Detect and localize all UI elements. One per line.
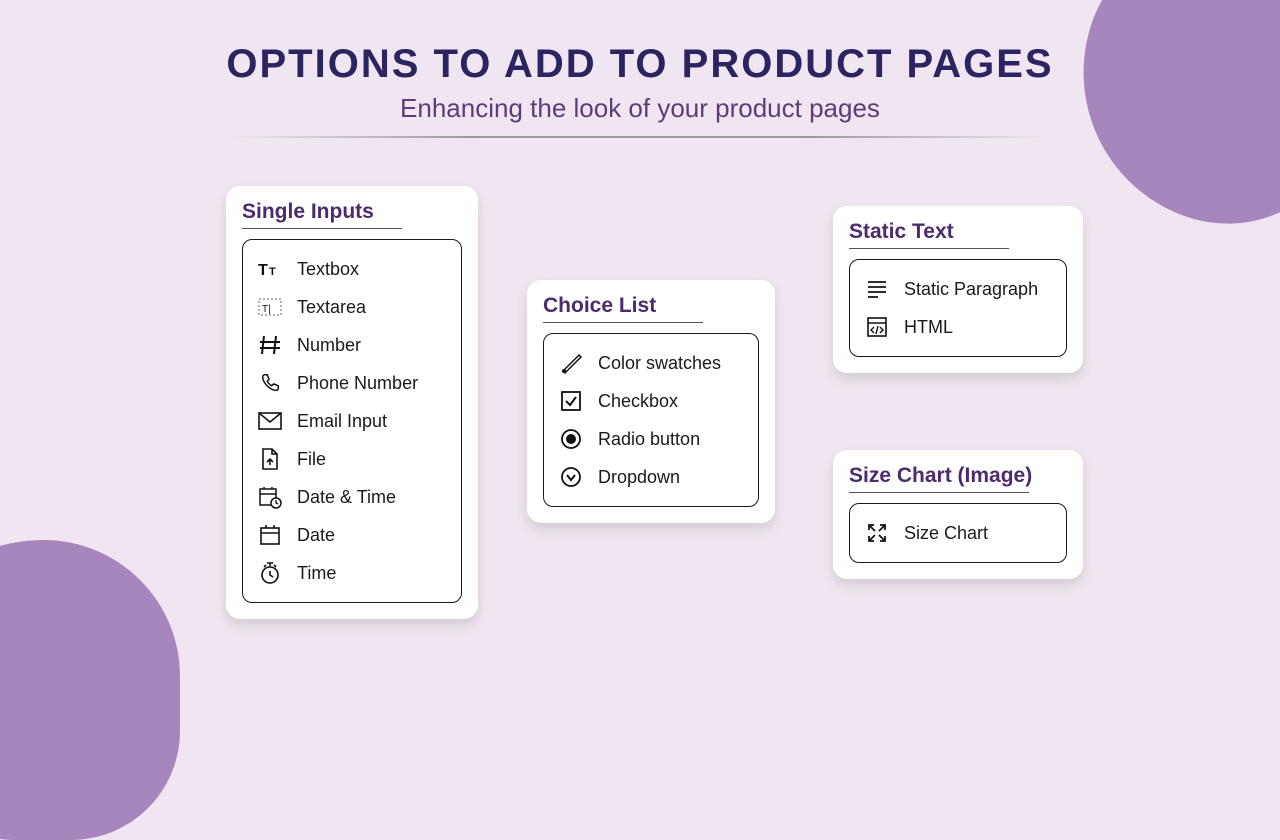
time-icon: [257, 560, 283, 586]
svg-text:T: T: [258, 262, 268, 279]
item-label: Number: [297, 335, 361, 356]
page-title: OPTIONS TO ADD TO PRODUCT PAGES: [0, 42, 1280, 87]
textarea-icon: T|: [257, 294, 283, 320]
date-icon: [257, 522, 283, 548]
expand-icon: [864, 520, 890, 546]
svg-text:T|: T|: [262, 304, 271, 315]
list-item: Checkbox: [556, 382, 746, 420]
card-title: Size Chart (Image): [849, 464, 1067, 492]
html-icon: [864, 314, 890, 340]
list-item: T| Textarea: [255, 288, 449, 326]
list-item: Time: [255, 554, 449, 592]
item-label: Size Chart: [904, 523, 988, 544]
card-static-text: Static Text Static Paragraph HTML: [833, 206, 1083, 373]
list-item: Color swatches: [556, 344, 746, 382]
list-item: Size Chart: [862, 514, 1054, 552]
list-item: Date: [255, 516, 449, 554]
item-label: Textbox: [297, 259, 359, 280]
inner-box: Static Paragraph HTML: [849, 259, 1067, 357]
radio-icon: [558, 426, 584, 452]
page-subtitle: Enhancing the look of your product pages: [0, 93, 1280, 124]
item-label: Radio button: [598, 429, 700, 450]
list-item: File: [255, 440, 449, 478]
list-item: Phone Number: [255, 364, 449, 402]
title-underline: [849, 248, 1009, 249]
inner-box: Size Chart: [849, 503, 1067, 563]
item-label: Email Input: [297, 411, 387, 432]
header: OPTIONS TO ADD TO PRODUCT PAGES Enhancin…: [0, 0, 1280, 138]
title-underline: [849, 492, 1029, 493]
item-label: Date & Time: [297, 487, 396, 508]
item-label: Textarea: [297, 297, 366, 318]
title-underline: [242, 228, 402, 229]
cards-area: Single Inputs TT Textbox T| Textarea Num…: [0, 138, 1280, 678]
card-size-chart: Size Chart (Image) Size Chart: [833, 450, 1083, 579]
card-single-inputs: Single Inputs TT Textbox T| Textarea Num…: [226, 186, 478, 619]
file-icon: [257, 446, 283, 472]
card-title: Choice List: [543, 294, 759, 322]
list-item: Date & Time: [255, 478, 449, 516]
list-item: Static Paragraph: [862, 270, 1054, 308]
item-label: Checkbox: [598, 391, 678, 412]
card-title: Single Inputs: [242, 200, 462, 228]
item-label: HTML: [904, 317, 953, 338]
phone-icon: [257, 370, 283, 396]
card-title: Static Text: [849, 220, 1067, 248]
card-choice-list: Choice List Color swatches Checkbox Radi…: [527, 280, 775, 523]
textbox-icon: TT: [257, 256, 283, 282]
item-label: Phone Number: [297, 373, 418, 394]
item-label: Date: [297, 525, 335, 546]
list-item: HTML: [862, 308, 1054, 346]
inner-box: TT Textbox T| Textarea Number P: [242, 239, 462, 603]
dropdown-icon: [558, 464, 584, 490]
title-underline: [543, 322, 703, 323]
svg-text:T: T: [269, 266, 276, 278]
inner-box: Color swatches Checkbox Radio button Dro…: [543, 333, 759, 507]
item-label: Time: [297, 563, 336, 584]
list-item: Number: [255, 326, 449, 364]
number-icon: [257, 332, 283, 358]
list-item: Radio button: [556, 420, 746, 458]
color-swatch-icon: [558, 350, 584, 376]
datetime-icon: [257, 484, 283, 510]
paragraph-icon: [864, 276, 890, 302]
email-icon: [257, 408, 283, 434]
item-label: Color swatches: [598, 353, 721, 374]
item-label: File: [297, 449, 326, 470]
list-item: Dropdown: [556, 458, 746, 496]
item-label: Static Paragraph: [904, 279, 1038, 300]
checkbox-icon: [558, 388, 584, 414]
item-label: Dropdown: [598, 467, 680, 488]
list-item: Email Input: [255, 402, 449, 440]
list-item: TT Textbox: [255, 250, 449, 288]
